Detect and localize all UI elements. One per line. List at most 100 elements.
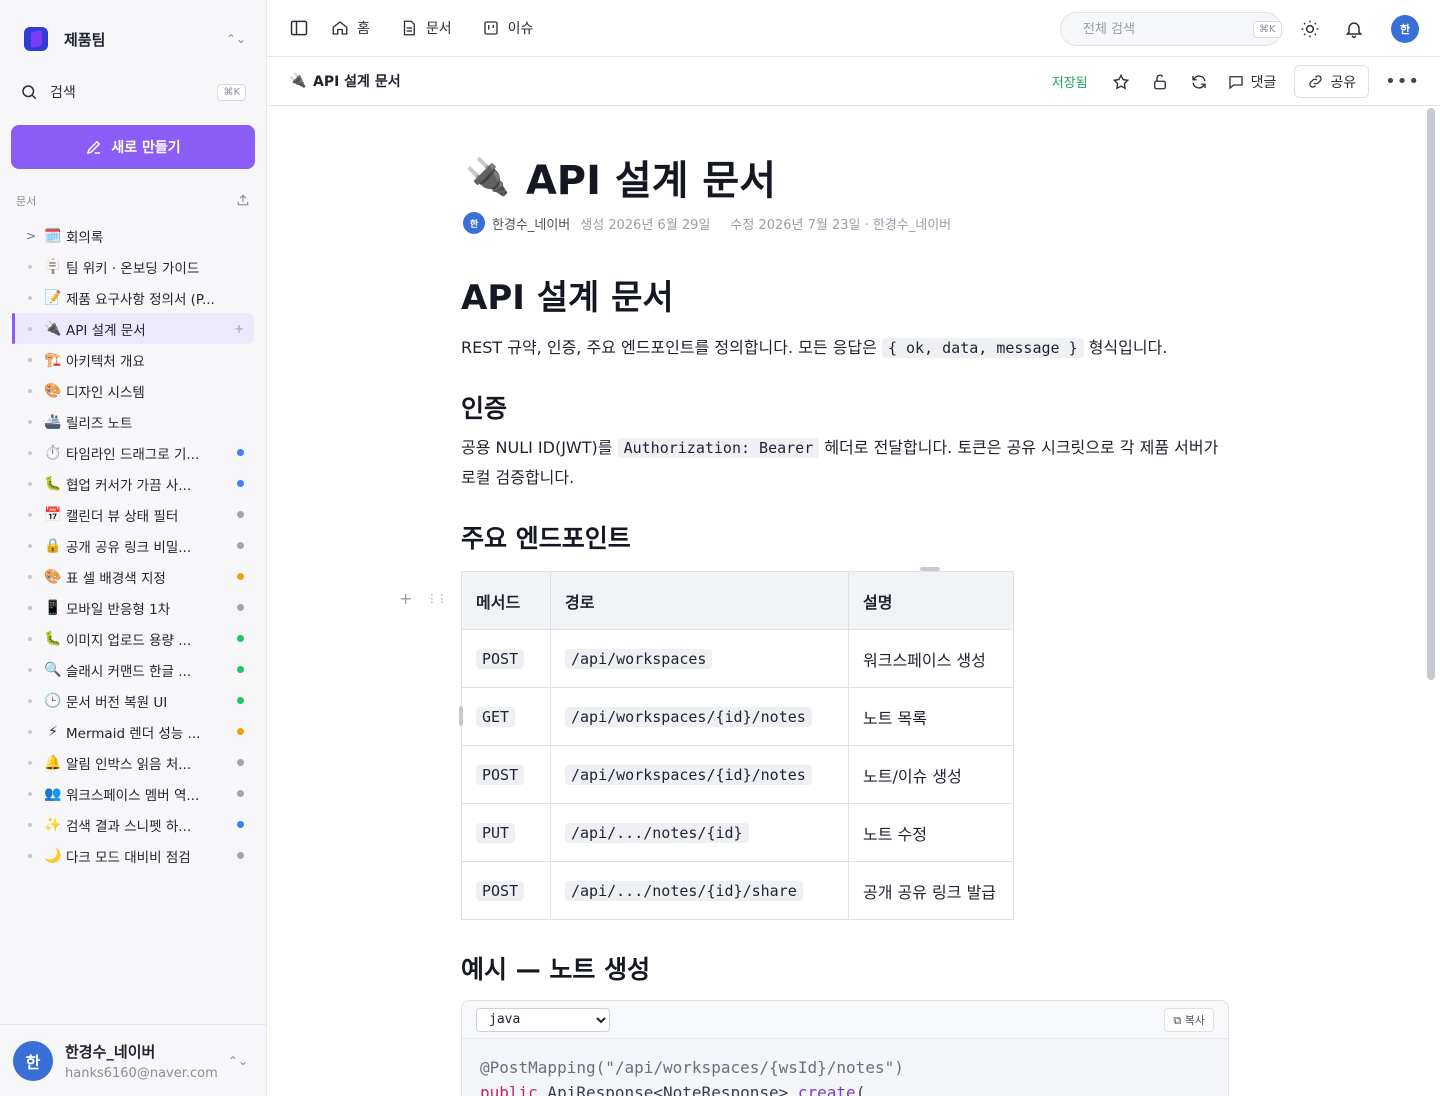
sidebar-doc-item[interactable]: 🎨 디자인 시스템 <box>12 375 254 406</box>
add-row-icon[interactable]: + <box>399 589 412 608</box>
path-cell[interactable]: /api/workspaces <box>550 629 849 688</box>
path-cell[interactable]: /api/workspaces/{id}/notes <box>550 687 849 746</box>
path-cell[interactable]: /api/.../notes/{id}/share <box>550 861 849 920</box>
doc-emoji-icon: 🐛 <box>44 630 62 647</box>
doc-emoji-icon: ✨ <box>44 816 62 833</box>
sidebar-doc-item[interactable]: 🔔 알림 인박스 읽음 처... <box>12 747 254 778</box>
upload-icon[interactable] <box>236 193 250 207</box>
nav-issues[interactable]: 이슈 <box>482 18 534 38</box>
sidebar-doc-item[interactable]: 📱 모바일 반응형 1차 <box>12 592 254 623</box>
doc-emoji-icon: 🌙 <box>44 847 62 864</box>
lock-button[interactable] <box>1145 67 1175 97</box>
nav-documents-label: 문서 <box>425 21 452 37</box>
nav-home[interactable]: 홈 <box>331 18 370 38</box>
sidebar-doc-item[interactable]: 📅 캘린더 뷰 상태 필터 <box>12 499 254 530</box>
chevron-right-icon[interactable]: > <box>26 229 36 243</box>
method-cell[interactable]: GET <box>461 687 551 746</box>
sidebar-doc-item[interactable]: ⚡ Mermaid 렌더 성능 ... <box>12 716 254 747</box>
doc-emoji-icon: 🗓️ <box>44 227 62 244</box>
table-header-cell[interactable]: 설명 <box>848 571 1014 630</box>
sidebar-doc-item[interactable]: 🌙 다크 모드 대비비 점검 <box>12 840 254 871</box>
code-content[interactable]: @PostMapping("/api/workspaces/{wsId}/not… <box>462 1039 1228 1096</box>
method-code: PUT <box>476 823 516 843</box>
doc-title: 협업 커서가 가끔 사... <box>66 477 192 494</box>
user-avatar: 한 <box>13 1040 53 1081</box>
add-subpage-icon[interactable]: + <box>234 322 244 336</box>
refresh-button[interactable] <box>1184 67 1214 97</box>
comment-icon <box>1228 75 1243 89</box>
nav-documents[interactable]: 문서 <box>400 18 452 38</box>
doc-title: 검색 결과 스니펫 하... <box>66 818 192 835</box>
comment-button[interactable]: 댓글 <box>1227 72 1277 92</box>
content-scrollbar[interactable] <box>1427 108 1435 680</box>
bullet-icon <box>28 636 32 641</box>
issue-icon <box>483 21 498 35</box>
user-profile[interactable]: 한 한경수_네이버 hanks6160@naver.com ⌃⌄ <box>0 1024 266 1096</box>
method-cell[interactable]: PUT <box>461 803 551 862</box>
description-cell[interactable]: 공개 공유 링크 발급 <box>848 861 1014 920</box>
document-emoji-large[interactable]: 🔌 <box>465 156 510 198</box>
path-cell[interactable]: /api/workspaces/{id}/notes <box>550 745 849 804</box>
sidebar-doc-item[interactable]: 🪧 팀 위키 · 온보딩 가이드 <box>12 251 254 282</box>
row-resize-handle[interactable] <box>459 706 463 726</box>
sidebar-doc-item[interactable]: 🕒 문서 버전 복원 UI <box>12 685 254 716</box>
sidebar-doc-item[interactable]: > 🗓️ 회의록 <box>12 220 254 251</box>
copy-code-button[interactable]: ⧉ 복사 <box>1164 1007 1214 1032</box>
status-dot <box>237 635 244 642</box>
path-cell[interactable]: /api/.../notes/{id} <box>550 803 849 862</box>
document-title[interactable]: API 설계 문서 <box>526 148 776 206</box>
nav-issues-label: 이슈 <box>507 21 534 37</box>
global-search-input[interactable] <box>1083 21 1253 37</box>
sidebar-doc-item[interactable]: 🔌 API 설계 문서 + <box>12 313 254 344</box>
comment-label: 댓글 <box>1250 74 1277 91</box>
sidebar-doc-item[interactable]: 🏗️ 아키텍처 개요 <box>12 344 254 375</box>
drag-handle-icon[interactable]: ⋮⋮ <box>426 592 447 605</box>
notifications-button[interactable] <box>1339 14 1369 44</box>
table-header-cell[interactable]: 경로 <box>550 571 849 630</box>
bullet-icon <box>28 791 32 796</box>
sidebar-doc-item[interactable]: ✨ 검색 결과 스니펫 하... <box>12 809 254 840</box>
method-cell[interactable]: POST <box>461 745 551 804</box>
sidebar-toggle-icon[interactable] <box>289 18 309 38</box>
description-cell[interactable]: 노트/이슈 생성 <box>848 745 1014 804</box>
sidebar-doc-item[interactable]: 🔒 공개 공유 링크 비밀... <box>12 530 254 561</box>
method-cell[interactable]: POST <box>461 861 551 920</box>
more-options-icon[interactable]: ••• <box>1385 71 1420 92</box>
share-button[interactable]: 공유 <box>1294 65 1370 98</box>
favorite-button[interactable] <box>1106 67 1136 97</box>
breadcrumb[interactable]: 🔌 API 설계 문서 <box>289 71 400 91</box>
document-meta: 한 한경수_네이버 생성 2026년 6월 29일 수정 2026년 7월 23… <box>463 212 951 234</box>
sidebar-doc-item[interactable]: 📝 제품 요구사항 정의서 (P... <box>12 282 254 313</box>
sidebar-doc-item[interactable]: 🐛 이미지 업로드 용량 ... <box>12 623 254 654</box>
global-search[interactable]: ⌘K <box>1060 12 1282 46</box>
description-cell[interactable]: 노트 목록 <box>848 687 1014 746</box>
sidebar-doc-item[interactable]: 👥 워크스페이스 멤버 역... <box>12 778 254 809</box>
theme-toggle-button[interactable] <box>1295 14 1325 44</box>
user-avatar-top[interactable]: 한 <box>1391 15 1419 43</box>
endpoints-table[interactable]: 메서드 경로 설명 POST/api/workspaces 워크스페이스 생성 GE… <box>461 571 1014 920</box>
sidebar-doc-item[interactable]: 🐛 협업 커서가 가끔 사... <box>12 468 254 499</box>
code-block[interactable]: java ⧉ 복사 @PostMapping("/api/workspaces/… <box>461 1000 1229 1096</box>
sidebar-search[interactable]: 검색 ⌘K <box>20 79 246 105</box>
column-resize-handle[interactable] <box>920 567 940 571</box>
table-header-cell[interactable]: 메서드 <box>461 571 551 630</box>
description-cell[interactable]: 워크스페이스 생성 <box>848 629 1014 688</box>
document-body[interactable]: API 설계 문서 REST 규약, 인증, 주요 엔드포인트를 정의합니다. … <box>399 270 1231 1096</box>
bullet-icon <box>28 574 32 579</box>
bullet-icon <box>28 512 32 517</box>
star-icon <box>1112 73 1129 90</box>
doc-emoji-icon: 🕒 <box>44 692 62 709</box>
sidebar-doc-item[interactable]: 🔍 슬래시 커맨드 한글 ... <box>12 654 254 685</box>
doc-emoji-icon: 🐛 <box>44 475 62 492</box>
chevron-updown-icon: ⌃⌄ <box>225 32 246 46</box>
sidebar-doc-item[interactable]: ⏱️ 타임라인 드래그로 기... <box>12 437 254 468</box>
new-document-button[interactable]: 새로 만들기 <box>11 125 255 169</box>
status-dot <box>237 728 244 735</box>
workspace-switcher[interactable]: 제품팀 ⌃⌄ <box>24 26 246 52</box>
description-cell[interactable]: 노트 수정 <box>848 803 1014 862</box>
sidebar-doc-item[interactable]: 🎨 표 셀 배경색 지정 <box>12 561 254 592</box>
language-select[interactable]: java <box>476 1007 610 1032</box>
sidebar-doc-item[interactable]: 🚢 릴리즈 노트 <box>12 406 254 437</box>
modified-date: 수정 2026년 7월 23일 · 한경수_네이버 <box>730 217 952 233</box>
method-cell[interactable]: POST <box>461 629 551 688</box>
